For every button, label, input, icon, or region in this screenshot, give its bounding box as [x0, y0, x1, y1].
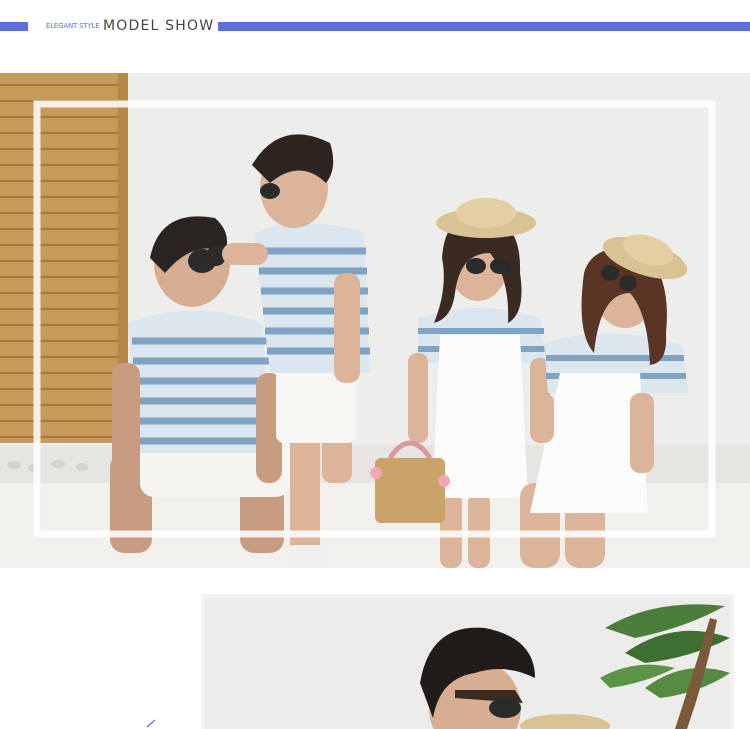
father-closeup-photo [205, 598, 730, 729]
family-model-photo [0, 73, 750, 568]
accent-bar-right [218, 22, 750, 31]
decorative-slash [146, 719, 156, 728]
section-title: MODEL SHOW [103, 18, 215, 34]
section-header: ELEGANT STYLE MODEL SHOW [0, 0, 750, 72]
script-decoration: ELEGANT STYLE [46, 22, 100, 30]
bamboo-blind [0, 73, 128, 443]
accent-bar-left [0, 22, 28, 31]
